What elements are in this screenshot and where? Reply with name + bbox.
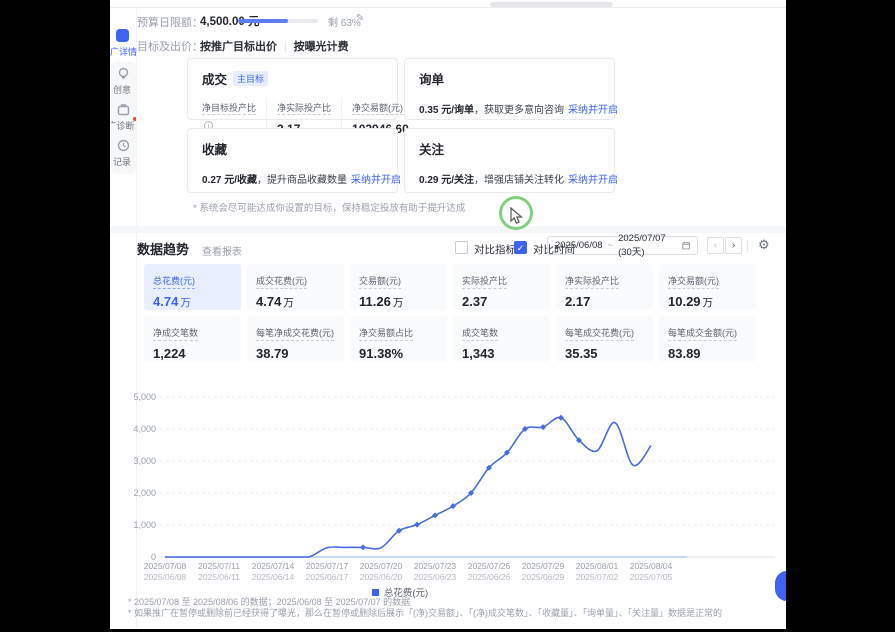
metric-tile[interactable]: 总花费(元) 4.74万 0.00	[144, 264, 241, 310]
y-axis-tick-label: 3,000	[133, 456, 156, 466]
metric-tile[interactable]: 净交易额占比 91.38% 0.00%	[350, 316, 447, 362]
alert-dot	[133, 117, 136, 121]
data-point-marker[interactable]	[432, 512, 438, 518]
y-axis-tick-label: 5,000	[133, 392, 156, 402]
metric-tiles: 总花费(元) 4.74万 0.00 成交花费(元) 4.74万 0.00 交易额…	[144, 264, 756, 362]
adopt-enable-link[interactable]: 采纳并开启	[568, 175, 618, 186]
goal-card-favorite: 收藏 0.27 元/收藏，提升商品收藏数量采纳并开启	[187, 128, 398, 193]
floating-action-button[interactable]	[775, 571, 786, 601]
settings-icon[interactable]: ⚙	[758, 237, 770, 253]
x-axis-tick-compare: 2025/06/08	[144, 572, 187, 582]
primary-goal-badge: 主目标	[233, 71, 268, 86]
view-report-link[interactable]: 查看报表	[202, 243, 242, 258]
x-axis-tick-current: 2025/07/17	[306, 561, 349, 571]
goal-bidding-label: 目标及出价：	[137, 38, 203, 54]
sidebar-group: 创意 广诊断 记录	[111, 62, 136, 174]
mouse-cursor	[510, 207, 524, 225]
x-axis-tick-current: 2025/07/20	[360, 561, 403, 571]
x-axis-tick-compare: 2025/07/05	[630, 572, 673, 582]
x-axis-tick-current: 2025/07/11	[198, 561, 240, 571]
inquiry-card-title: 询单	[419, 69, 444, 88]
budget-progress-fill	[238, 19, 288, 23]
y-axis-tick-label: 2,000	[133, 488, 156, 498]
date-start: 2025/06/08	[555, 240, 603, 251]
goal-card-follow: 关注 0.29 元/关注，增强店铺关注转化采纳并开启	[404, 128, 615, 193]
goal-bidding-options: 按推广目标出价|按曝光计费	[200, 37, 349, 55]
x-axis-tick-compare: 2025/06/23	[414, 572, 457, 582]
section-divider	[110, 226, 786, 233]
goal-card-inquiry: 询单 0.35 元/询单，获取更多意向咨询采纳并开启	[404, 58, 615, 120]
metric-tile[interactable]: 每笔净成交花费(元) 38.79 0.00	[247, 316, 344, 362]
x-axis-tick-compare: 2025/06/20	[360, 572, 403, 582]
prev-period-button[interactable]: ‹	[707, 237, 724, 254]
y-axis-tick-label: 1,000	[133, 520, 156, 530]
compare-time-checkbox[interactable]: ✓	[514, 241, 527, 254]
x-axis-tick-compare: 2025/06/14	[252, 572, 295, 582]
x-axis-tick-compare: 2025/06/11	[198, 572, 240, 582]
x-axis-tick-current: 2025/07/08	[144, 561, 187, 571]
clock-icon	[117, 139, 130, 152]
calendar-icon	[682, 240, 690, 251]
sidebar-item-promo-detail[interactable]: 广详情	[110, 45, 137, 58]
date-separator: ~	[608, 240, 614, 251]
x-axis-tick-compare: 2025/07/02	[576, 572, 619, 582]
x-axis-tick-current: 2025/08/04	[630, 561, 673, 571]
top-bar	[110, 0, 786, 8]
x-axis-tick-compare: 2025/06/17	[306, 572, 349, 582]
metric-tile[interactable]: 成交花费(元) 4.74万 0.00	[247, 264, 344, 310]
compare-metric-label: 对比指标	[474, 242, 516, 257]
date-range-picker[interactable]: 2025/06/08 ~ 2025/07/07 (30天)	[547, 236, 698, 255]
deal-card-title: 成交	[202, 69, 227, 88]
metric-tile[interactable]: 每笔成交金额(元) 83.89 0.00	[659, 316, 756, 362]
bulb-icon	[117, 67, 130, 80]
top-scrollbar-thumb[interactable]	[490, 2, 613, 7]
data-point-marker[interactable]	[414, 522, 420, 528]
metric-tile[interactable]: 净成交笔数 1,224 0	[144, 316, 241, 362]
metric-tile[interactable]: 交易额(元) 11.26万 0.00	[350, 264, 447, 310]
x-axis-tick-current: 2025/07/23	[414, 561, 457, 571]
screen: 广详情 创意 广诊断 记录 预算日限额： 4,500.00 元	[0, 0, 895, 632]
app-window: 广详情 创意 广诊断 记录 预算日限额： 4,500.00 元	[110, 0, 786, 629]
goal-card-deal: 成交主目标 净目标投产比i 2.45 ✎ 净实际投产比 2.17 净交易额(元)…	[187, 58, 398, 120]
trend-chart: 01,0002,0003,0004,0005,0002025/07/082025…	[130, 388, 780, 593]
x-axis-tick-current: 2025/07/26	[468, 561, 511, 571]
budget-progress-bar	[238, 19, 318, 23]
trend-section-title: 数据趋势	[137, 239, 189, 258]
adopt-enable-link[interactable]: 采纳并开启	[351, 175, 401, 186]
budget-label: 预算日限额：	[137, 14, 203, 30]
date-end: 2025/07/07 (30天)	[618, 233, 676, 258]
metric-tile[interactable]: 每笔成交花费(元) 35.35 0.00	[556, 316, 653, 362]
follow-card-title: 关注	[419, 139, 444, 158]
diagnose-icon	[117, 103, 130, 116]
goal-note: * 系统会尽可能达成你设置的目标，保持稳定投放有助于提升达成	[193, 200, 465, 214]
budget-edit-icon[interactable]: ✎	[356, 13, 364, 24]
next-period-button[interactable]: ›	[725, 237, 742, 254]
favorite-card-title: 收藏	[202, 139, 227, 158]
x-axis-tick-compare: 2025/06/29	[522, 572, 565, 582]
metric-tile[interactable]: 净交易额(元) 10.29万 0.00	[659, 264, 756, 310]
chart-footnote-2: * 如果推广在暂停或删除前已经获得了曝光，那么在暂停或删除后展示「(净)交易额」…	[128, 606, 722, 619]
metric-tile[interactable]: 实际投产比 2.37 0.00	[453, 264, 550, 310]
adopt-enable-link[interactable]: 采纳并开启	[568, 105, 618, 116]
y-axis-tick-label: 4,000	[133, 424, 156, 434]
x-axis-tick-compare: 2025/06/26	[468, 572, 511, 582]
sidebar-item-creative[interactable]: 创意	[111, 67, 136, 98]
option-divider: |	[277, 42, 294, 53]
promo-detail-icon[interactable]	[116, 29, 129, 42]
sidebar-item-diagnose[interactable]: 广诊断	[111, 103, 136, 134]
sidebar-item-history[interactable]: 记录	[111, 139, 136, 170]
option-bid-by-impression[interactable]: 按曝光计费	[294, 41, 349, 53]
x-axis-tick-current: 2025/08/01	[576, 561, 619, 571]
x-axis-tick-current: 2025/07/29	[522, 561, 565, 571]
metric-tile[interactable]: 净实际投产比 2.17 0.00	[556, 264, 653, 310]
option-bid-by-goal[interactable]: 按推广目标出价	[200, 41, 277, 53]
compare-metric-checkbox[interactable]	[455, 241, 468, 254]
x-axis-tick-current: 2025/07/14	[252, 561, 295, 571]
toolbar-divider	[747, 240, 748, 252]
data-point-marker[interactable]	[360, 544, 366, 550]
metric-tile[interactable]: 成交笔数 1,343 0	[453, 316, 550, 362]
